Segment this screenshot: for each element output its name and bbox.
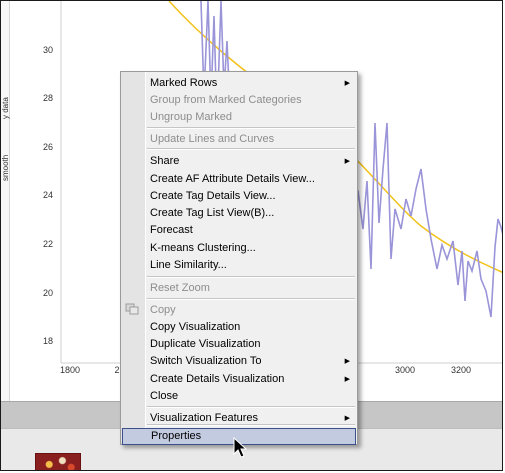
menu-item-label: Create Tag Details View...	[150, 190, 276, 202]
menu-item-copy: Copy	[122, 302, 356, 319]
x-tick-label: 1800	[60, 365, 80, 375]
submenu-arrow-icon: ▶	[344, 415, 350, 422]
menu-item-label: Copy Visualization	[150, 321, 241, 333]
menu-item-copy-visualization[interactable]: Copy Visualization	[122, 319, 356, 336]
menu-item-label: Create Tag List View(B)...	[150, 207, 275, 219]
menu-item-label: Reset Zoom	[150, 282, 210, 294]
menu-item-ungroup-marked: Ungroup Marked	[122, 109, 356, 126]
menu-item-label: Marked Rows	[150, 77, 218, 89]
y-tick-label: 26	[43, 142, 53, 152]
menu-item-group-from-marked-categories: Group from Marked Categories	[122, 92, 356, 109]
menu-item-label: Switch Visualization To	[150, 355, 262, 367]
y-tick-label: 20	[43, 288, 53, 298]
y-tick-label: 30	[43, 45, 53, 55]
menu-separator	[147, 148, 355, 150]
y-tick-label: 24	[43, 190, 53, 200]
menu-item-line-similarity[interactable]: Line Similarity...	[122, 257, 356, 274]
menu-item-label: Duplicate Visualization	[150, 338, 261, 350]
menu-item-label: K-means Clustering...	[150, 242, 256, 254]
menu-item-k-means-clustering[interactable]: K-means Clustering...	[122, 240, 356, 257]
menu-item-create-af-attribute-details-view[interactable]: Create AF Attribute Details View...	[122, 171, 356, 188]
menu-item-forecast[interactable]: Forecast	[122, 222, 356, 239]
submenu-arrow-icon: ▶	[344, 376, 350, 383]
menu-item-label: Create Details Visualization	[150, 373, 285, 385]
x-tick-label: 2	[114, 365, 119, 375]
visualization-window: 30 28 26 24 22 20 18 1800 2 3000 3200 y data smoo…	[0, 0, 503, 471]
menu-item-label: Line Similarity...	[150, 259, 227, 271]
menu-separator	[147, 276, 355, 278]
menu-separator	[147, 298, 355, 300]
menu-item-label: Visualization Features	[150, 412, 259, 424]
x-tick-label: 3200	[451, 365, 471, 375]
menu-item-create-tag-list-view-b[interactable]: Create Tag List View(B)...	[122, 205, 356, 222]
menu-item-duplicate-visualization[interactable]: Duplicate Visualization	[122, 336, 356, 353]
menu-item-close[interactable]: Close	[122, 388, 356, 405]
menu-item-visualization-features[interactable]: Visualization Features ▶	[122, 410, 356, 427]
submenu-arrow-icon: ▶	[344, 358, 350, 365]
menu-item-label: Copy	[150, 304, 176, 316]
menu-item-label: Create AF Attribute Details View...	[150, 173, 315, 185]
menu-item-create-details-visualization[interactable]: Create Details Visualization ▶	[122, 371, 356, 388]
submenu-arrow-icon: ▶	[344, 80, 350, 87]
menu-item-label: Update Lines and Curves	[150, 133, 275, 145]
menu-item-label: Properties	[151, 430, 202, 442]
y-tick-label: 22	[43, 239, 53, 249]
menu-separator	[147, 406, 355, 408]
menu-item-share[interactable]: Share ▶	[122, 153, 356, 170]
legend-label-y-data: y data	[1, 97, 10, 119]
submenu-arrow-icon: ▶	[344, 158, 350, 165]
menu-item-update-lines-and-curves: Update Lines and Curves	[122, 131, 356, 148]
y-tick-label: 18	[43, 336, 53, 346]
context-menu: Marked Rows ▶ Group from Marked Categories…	[120, 71, 358, 445]
menu-item-label: Ungroup Marked	[150, 111, 232, 123]
menu-item-marked-rows[interactable]: Marked Rows ▶	[122, 75, 356, 92]
menu-item-label: Share	[150, 155, 180, 167]
menu-item-label: Forecast	[150, 224, 193, 236]
menu-item-switch-visualization-to[interactable]: Switch Visualization To ▶	[122, 353, 356, 370]
menu-item-label: Close	[150, 390, 179, 402]
y-tick-label: 28	[43, 93, 53, 103]
legend-strip[interactable]: y data smooth	[1, 1, 10, 401]
menu-item-reset-zoom: Reset Zoom	[122, 280, 356, 297]
x-tick-label: 3000	[395, 365, 415, 375]
menu-separator	[147, 127, 355, 129]
legend-label-smooth: smooth	[1, 154, 10, 181]
mouse-pointer-icon	[233, 437, 247, 458]
menu-item-create-tag-details-view[interactable]: Create Tag Details View...	[122, 188, 356, 205]
menu-item-label: Group from Marked Categories	[150, 94, 302, 106]
visualization-thumbnail-image[interactable]	[35, 453, 81, 470]
